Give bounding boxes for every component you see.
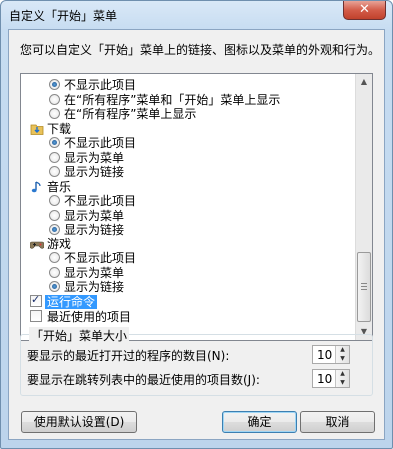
radio-label: 不显示此项目	[64, 251, 137, 265]
radio-label: 显示为菜单	[64, 266, 125, 280]
description-text: 您可以自定义「开始」菜单上的链接、图标以及菜单的外观和行为。	[20, 43, 381, 57]
title-bar: 自定义「开始」菜单 ✕	[1, 1, 392, 29]
spin-up-arrow-icon[interactable]: ▲	[336, 346, 349, 354]
group-name: 下载	[47, 122, 72, 136]
cancel-button[interactable]: 取消	[300, 411, 375, 433]
recent-programs-spinner[interactable]: 10 ▲ ▼	[312, 345, 350, 364]
spinner-value: 10	[317, 372, 333, 386]
radio-button[interactable]	[49, 166, 60, 177]
group-name: 音乐	[47, 180, 72, 194]
radio-button[interactable]	[49, 281, 60, 292]
download-folder-icon	[30, 124, 44, 135]
group-name: 游戏	[47, 237, 72, 251]
radio-button[interactable]	[49, 224, 60, 235]
radio-button[interactable]	[49, 79, 60, 90]
radio-button[interactable]	[49, 94, 60, 105]
checkbox-label: 最近使用的项目	[47, 310, 132, 324]
start-menu-items-list[interactable]: 不显示此项目 在“所有程序”菜单和「开始」菜单上显示 在“所有程序”菜单上显示 …	[20, 73, 373, 341]
radio-button[interactable]	[49, 252, 60, 263]
radio-label: 不显示此项目	[64, 194, 137, 208]
start-menu-size-group: 「开始」菜单大小 要显示的最近打开过的程序的数目(N): 10 ▲ ▼ 要显示在…	[20, 327, 373, 396]
use-default-settings-button[interactable]: 使用默认设置(D)	[21, 411, 137, 433]
ok-button[interactable]: 确定	[222, 411, 297, 433]
window-title: 自定义「开始」菜单	[9, 9, 118, 23]
dialog-client-area: 您可以自定义「开始」菜单上的链接、图标以及菜单的外观和行为。 不显示此项目 在“…	[8, 29, 385, 440]
spin-down-arrow-icon[interactable]: ▼	[336, 355, 349, 363]
spin-down-arrow-icon[interactable]: ▼	[336, 379, 349, 387]
radio-label: 在“所有程序”菜单上显示	[64, 107, 197, 121]
radio-label: 显示为菜单	[64, 151, 125, 165]
spinner-value: 10	[317, 348, 333, 362]
checkbox-label: 运行命令	[45, 295, 98, 309]
customize-start-menu-dialog: 自定义「开始」菜单 ✕ 您可以自定义「开始」菜单上的链接、图标以及菜单的外观和行…	[0, 0, 393, 449]
radio-label: 显示为菜单	[64, 209, 125, 223]
music-note-icon	[31, 181, 41, 193]
spinner-arrows: ▲ ▼	[335, 370, 349, 387]
radio-button[interactable]	[49, 195, 60, 206]
jumplist-items-label: 要显示在跳转列表中的最近使用的项目数(J):	[27, 373, 260, 387]
checkbox[interactable]	[30, 293, 42, 307]
checkbox[interactable]	[30, 310, 42, 322]
grip-line	[361, 283, 367, 284]
jumplist-items-spinner[interactable]: 10 ▲ ▼	[312, 369, 350, 388]
spinner-arrows: ▲ ▼	[335, 346, 349, 363]
group-header-games: 游戏	[30, 237, 150, 251]
grip-line	[361, 286, 367, 287]
radio-button[interactable]	[49, 137, 60, 148]
spin-up-arrow-icon[interactable]: ▲	[336, 370, 349, 378]
close-icon: ✕	[359, 2, 370, 17]
games-icon	[30, 241, 44, 249]
radio-label: 在“所有程序”菜单和「开始」菜单上显示	[64, 93, 281, 107]
radio-button[interactable]	[49, 152, 60, 163]
radio-button[interactable]	[49, 108, 60, 119]
close-button[interactable]: ✕	[343, 1, 386, 20]
radio-label: 显示为链接	[64, 165, 125, 179]
grip-line	[361, 289, 367, 290]
radio-label: 显示为链接	[64, 223, 125, 237]
scroll-thumb[interactable]	[357, 252, 371, 322]
radio-label: 显示为链接	[64, 280, 125, 294]
list-scrollbar[interactable]: ▲ ▼	[355, 74, 372, 340]
group-header-music: 音乐	[30, 180, 150, 194]
radio-button[interactable]	[49, 210, 60, 221]
recent-programs-label: 要显示的最近打开过的程序的数目(N):	[27, 349, 230, 363]
group-header-downloads: 下载	[30, 122, 150, 136]
scroll-up-arrow-icon[interactable]: ▲	[356, 74, 372, 90]
radio-label: 不显示此项目	[64, 136, 137, 150]
group-title: 「开始」菜单大小	[29, 327, 130, 344]
radio-label: 不显示此项目	[64, 78, 137, 92]
radio-button[interactable]	[49, 267, 60, 278]
